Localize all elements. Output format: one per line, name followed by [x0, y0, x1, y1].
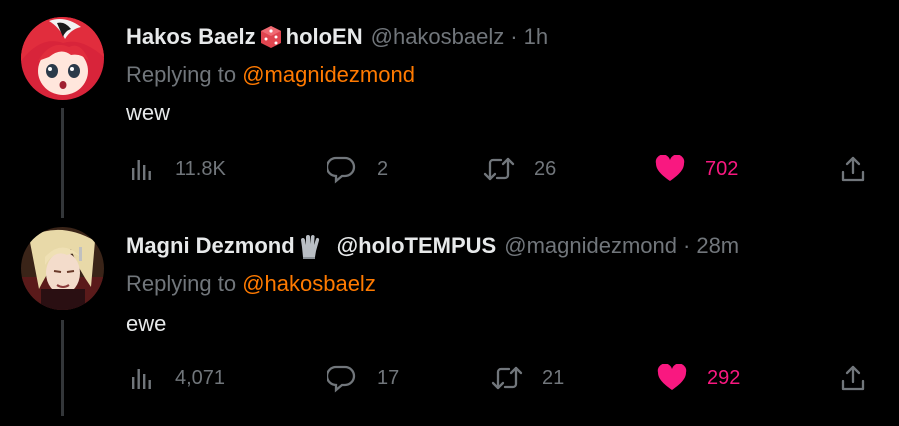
user-handle[interactable]: @hakosbaelz [371, 24, 505, 50]
replying-to-line: Replying to @magnidezmond [126, 62, 415, 88]
display-name-suffix[interactable]: holoEN [286, 24, 363, 50]
views-count: 11.8K [175, 157, 226, 180]
views-button[interactable]: 4,071 [129, 361, 225, 395]
replying-to-label: Replying to [126, 271, 243, 296]
timestamp[interactable]: 1h [524, 24, 548, 50]
replying-to-label: Replying to [126, 62, 243, 87]
views-count: 4,071 [175, 366, 226, 389]
retweet-count: 26 [534, 157, 557, 180]
mention-link[interactable]: @magnidezmond [242, 62, 415, 87]
separator-dot: · [683, 233, 691, 258]
mention-link[interactable]: @hakosbaelz [242, 271, 376, 296]
analytics-icon [129, 365, 155, 391]
avatar[interactable] [21, 17, 104, 100]
tweet-text: ewe [126, 311, 167, 336]
timestamp[interactable]: 28m [696, 233, 739, 259]
tweet-header: Hakos Baelz holoEN @hakosbaelz · 1h [126, 22, 548, 52]
reply-icon [327, 154, 357, 184]
dice-emoji-icon [258, 24, 284, 50]
like-count: 702 [705, 157, 739, 180]
tweet-text: wew [126, 100, 171, 125]
retweet-button[interactable]: 21 [490, 361, 564, 395]
like-button[interactable]: 702 [655, 152, 738, 186]
action-bar: 4,071 17 21 292 [0, 361, 899, 395]
tweet-header: Magni Dezmond @holoTEMPUS @magnidezmond … [126, 231, 739, 261]
display-name-suffix[interactable]: @holoTEMPUS [337, 233, 497, 259]
retweet-icon [482, 154, 516, 184]
user-handle[interactable]: @magnidezmond [504, 233, 677, 259]
share-button[interactable] [840, 361, 866, 395]
replying-to-line: Replying to @hakosbaelz [126, 271, 376, 297]
reply-button[interactable]: 2 [327, 152, 388, 186]
tweet[interactable]: Magni Dezmond @holoTEMPUS @magnidezmond … [0, 212, 899, 426]
reply-count: 2 [377, 157, 389, 180]
heart-icon [655, 155, 685, 183]
tweet[interactable]: Hakos Baelz holoEN @hakosbaelz · 1h Repl… [0, 0, 899, 218]
reply-icon [327, 363, 357, 393]
retweet-icon [490, 363, 524, 393]
like-button[interactable]: 292 [657, 361, 740, 395]
reply-count: 17 [377, 366, 400, 389]
like-count: 292 [707, 366, 741, 389]
separator-dot: · [510, 24, 518, 49]
avatar[interactable] [21, 227, 104, 310]
glove-emoji-icon [297, 233, 323, 259]
share-icon [840, 155, 866, 183]
retweet-button[interactable]: 26 [482, 152, 556, 186]
display-name[interactable]: Magni Dezmond [126, 233, 295, 259]
action-bar: 11.8K 2 26 702 [0, 152, 899, 186]
heart-icon [657, 364, 687, 392]
analytics-icon [129, 156, 155, 182]
views-button[interactable]: 11.8K [129, 152, 226, 186]
reply-button[interactable]: 17 [327, 361, 399, 395]
display-name[interactable]: Hakos Baelz [126, 24, 256, 50]
share-button[interactable] [840, 152, 866, 186]
retweet-count: 21 [542, 366, 565, 389]
share-icon [840, 364, 866, 392]
